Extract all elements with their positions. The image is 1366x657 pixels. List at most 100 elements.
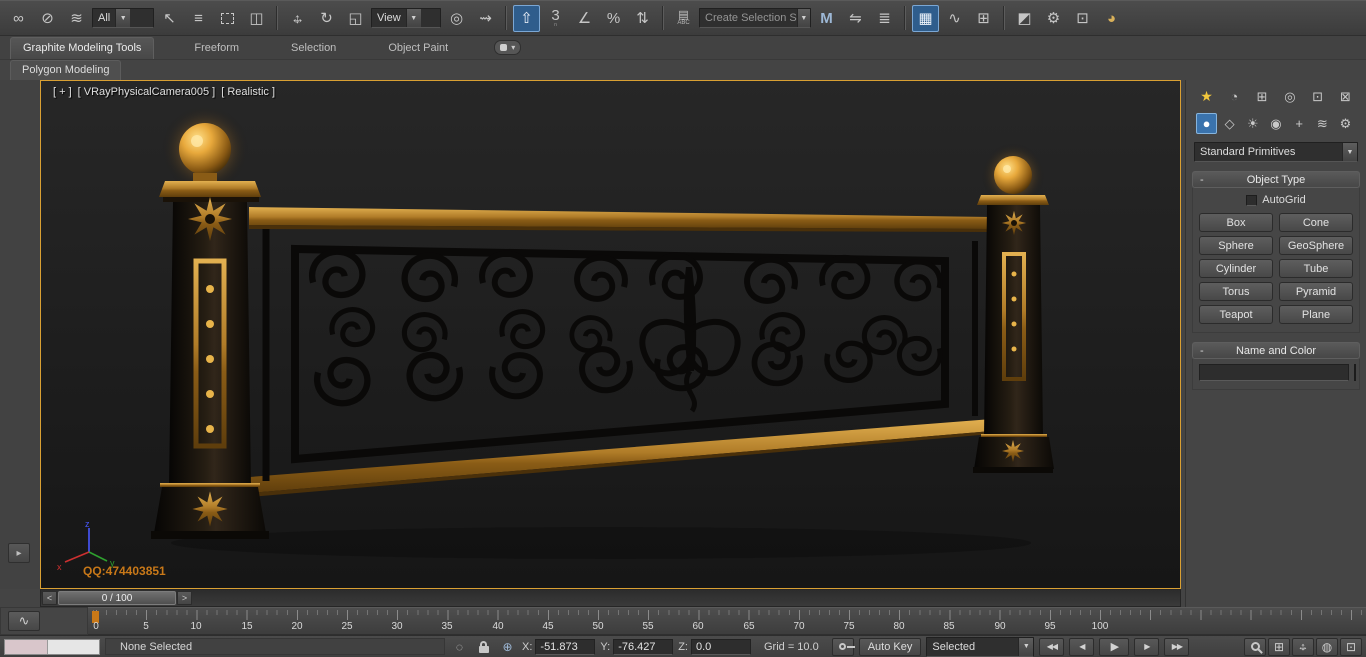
snaps-toggle-icon[interactable]: 3 ∩ bbox=[542, 5, 569, 32]
cylinder-button[interactable]: Cylinder bbox=[1199, 259, 1273, 278]
use-pivot-point-center-icon[interactable]: ◎ bbox=[443, 5, 470, 32]
utilities-tab-icon[interactable]: ⊠ bbox=[1335, 86, 1356, 107]
listener-macro-cell[interactable] bbox=[5, 639, 47, 654]
auto-key-button[interactable]: Auto Key bbox=[858, 637, 922, 656]
helpers-category-icon[interactable]: + bbox=[1289, 113, 1310, 134]
object-color-swatch[interactable] bbox=[1354, 364, 1356, 381]
rendered-frame-window-icon[interactable]: ⊡ bbox=[1069, 5, 1096, 32]
reference-coordinate-system-dropdown[interactable]: View ▼ bbox=[371, 8, 441, 28]
cone-button[interactable]: Cone bbox=[1279, 213, 1353, 232]
viewport-canvas[interactable] bbox=[41, 81, 1180, 588]
zoom-extents-button[interactable]: ⊞ bbox=[1268, 637, 1290, 656]
tab-polygon-modeling[interactable]: Polygon Modeling bbox=[10, 60, 122, 80]
angle-snap-icon[interactable]: ∠ bbox=[571, 5, 598, 32]
create-tab-icon[interactable]: ★ bbox=[1196, 86, 1217, 107]
chevron-down-icon[interactable]: ▼ bbox=[796, 9, 810, 27]
z-coordinate-field[interactable] bbox=[690, 638, 751, 655]
spinner-snap-icon[interactable]: ⇅ bbox=[629, 5, 656, 32]
tab-freeform[interactable]: Freeform bbox=[182, 38, 251, 59]
tab-selection[interactable]: Selection bbox=[279, 38, 348, 59]
display-tab-icon[interactable]: ⊡ bbox=[1307, 86, 1328, 107]
cameras-category-icon[interactable]: ◉ bbox=[1265, 113, 1286, 134]
y-coordinate-field[interactable] bbox=[613, 638, 674, 655]
tube-button[interactable]: Tube bbox=[1279, 259, 1353, 278]
geometry-category-icon[interactable]: ● bbox=[1196, 113, 1217, 134]
go-to-start-button[interactable]: ◀◀ bbox=[1039, 637, 1065, 656]
render-setup-icon[interactable]: ⚙ bbox=[1040, 5, 1067, 32]
track-bar[interactable]: 0 5 10 15 20 25 30 35 40 45 50 55 60 65 … bbox=[88, 607, 1366, 635]
zoom-button[interactable] bbox=[1244, 637, 1266, 656]
open-mini-curve-editor-button[interactable]: ∿ bbox=[8, 611, 40, 631]
viewport-shading-menu[interactable]: [ Realistic ] bbox=[221, 86, 275, 98]
object-name-input[interactable] bbox=[1199, 364, 1349, 381]
select-and-rotate-icon[interactable]: ↻ bbox=[313, 5, 340, 32]
sphere-button[interactable]: Sphere bbox=[1199, 236, 1273, 255]
material-editor-icon[interactable]: ◩ bbox=[1011, 5, 1038, 32]
select-and-manipulate-icon[interactable]: ⇝ bbox=[472, 5, 499, 32]
render-production-icon[interactable]: ◕ bbox=[1098, 5, 1125, 32]
time-slider[interactable]: < 0 / 100 > bbox=[40, 589, 1181, 607]
motion-tab-icon[interactable]: ◎ bbox=[1279, 86, 1300, 107]
named-selection-set-combo[interactable]: Create Selection Se ▼ bbox=[699, 8, 811, 28]
ribbon-toggle-icon[interactable]: ▦ bbox=[912, 4, 939, 32]
maxscript-mini-listener[interactable] bbox=[4, 638, 100, 655]
shapes-category-icon[interactable]: ◇ bbox=[1219, 113, 1240, 134]
unlink-selection-icon[interactable]: ⊘ bbox=[34, 5, 61, 32]
modify-tab-icon[interactable]: ◔ bbox=[1224, 86, 1245, 107]
schematic-view-icon[interactable]: ⊞ bbox=[970, 5, 997, 32]
plane-button[interactable]: Plane bbox=[1279, 305, 1353, 324]
name-and-color-rollout-header[interactable]: - Name and Color bbox=[1192, 342, 1360, 359]
primitives-dropdown[interactable]: Standard Primitives ▼ bbox=[1194, 142, 1358, 162]
next-frame-button[interactable]: ▶ bbox=[1134, 637, 1160, 656]
teapot-button[interactable]: Teapot bbox=[1199, 305, 1273, 324]
select-and-link-icon[interactable]: ∞ bbox=[5, 5, 32, 32]
selection-filter-dropdown[interactable]: All ▼ bbox=[92, 8, 154, 28]
systems-category-icon[interactable]: ⚙ bbox=[1335, 113, 1356, 134]
key-filter-dropdown[interactable]: Selected ▼ bbox=[926, 636, 1035, 657]
object-type-rollout-header[interactable]: - Object Type bbox=[1192, 171, 1360, 188]
edit-named-selection-sets-icon[interactable]: ▤ ABC bbox=[670, 5, 697, 32]
select-and-scale-icon[interactable]: ◱ bbox=[342, 5, 369, 32]
window-crossing-icon[interactable]: ◫ bbox=[243, 5, 270, 32]
lights-category-icon[interactable]: ☀ bbox=[1242, 113, 1263, 134]
viewport-general-menu[interactable]: [ + ] bbox=[53, 86, 72, 98]
absolute-mode-icon[interactable]: ⊕ bbox=[498, 638, 517, 656]
tab-graphite-modeling-tools[interactable]: Graphite Modeling Tools bbox=[10, 37, 155, 59]
next-frame-arrow-button[interactable]: > bbox=[177, 591, 192, 605]
select-by-name-icon[interactable]: ≡ bbox=[185, 5, 212, 32]
hierarchy-tab-icon[interactable]: ⊞ bbox=[1252, 86, 1273, 107]
listener-script-cell[interactable] bbox=[47, 639, 99, 654]
percent-snap-icon[interactable]: % bbox=[600, 5, 627, 32]
align-icon[interactable]: ⇋ bbox=[842, 5, 869, 32]
tab-object-paint[interactable]: Object Paint bbox=[376, 38, 460, 59]
select-and-move-icon[interactable]: ↔ ↕ bbox=[284, 5, 311, 32]
autogrid-checkbox[interactable] bbox=[1246, 194, 1258, 206]
chevron-down-icon[interactable]: ▼ bbox=[405, 9, 421, 27]
go-to-end-button[interactable]: ▶▶ bbox=[1164, 637, 1190, 656]
x-coordinate-field[interactable] bbox=[535, 638, 596, 655]
mirror-icon[interactable]: M bbox=[813, 5, 840, 32]
orbit-button[interactable]: ◍ bbox=[1316, 637, 1338, 656]
box-button[interactable]: Box bbox=[1199, 213, 1273, 232]
select-object-icon[interactable]: ↖ bbox=[156, 5, 183, 32]
keyboard-shortcut-override-icon[interactable]: ⇧ bbox=[513, 4, 540, 32]
maximize-viewport-button[interactable]: ⊡ bbox=[1340, 637, 1362, 656]
isolate-selection-icon[interactable]: ◌ bbox=[450, 638, 469, 656]
expand-panel-arrow-button[interactable]: ▸ bbox=[8, 543, 30, 563]
time-slider-handle[interactable]: 0 / 100 bbox=[58, 591, 176, 605]
chevron-down-icon[interactable]: ▼ bbox=[1018, 637, 1034, 656]
pyramid-button[interactable]: Pyramid bbox=[1279, 282, 1353, 301]
viewport-pov-menu[interactable]: [ VRayPhysicalCamera005 ] bbox=[78, 86, 216, 98]
play-animation-button[interactable]: ▶ bbox=[1099, 637, 1130, 656]
set-key-button[interactable] bbox=[831, 637, 856, 656]
geosphere-button[interactable]: GeoSphere bbox=[1279, 236, 1353, 255]
space-warps-category-icon[interactable]: ≋ bbox=[1312, 113, 1333, 134]
ribbon-display-options-button[interactable]: ▾ bbox=[494, 40, 522, 55]
bind-to-space-warp-icon[interactable]: ≋ bbox=[63, 5, 90, 32]
curve-editor-icon[interactable]: ∿ bbox=[941, 5, 968, 32]
pan-button[interactable]: ↔ ↕ bbox=[1292, 637, 1314, 656]
chevron-down-icon[interactable]: ▼ bbox=[1342, 143, 1357, 161]
torus-button[interactable]: Torus bbox=[1199, 282, 1273, 301]
previous-frame-arrow-button[interactable]: < bbox=[42, 591, 57, 605]
layer-manager-icon[interactable]: ≣ bbox=[871, 5, 898, 32]
